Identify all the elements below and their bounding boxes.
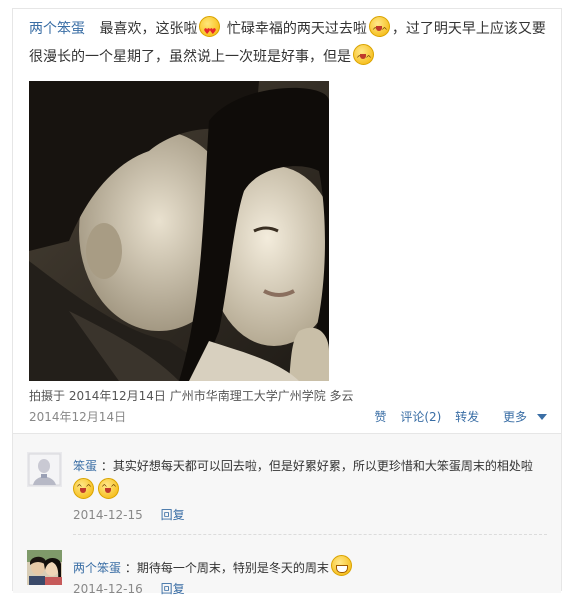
photo-location-meta: 拍摄于 2014年12月14日 广州市华南理工大学广州学院 多云 — [29, 389, 354, 403]
avatar-image — [27, 452, 62, 487]
happy-face-icon — [98, 478, 119, 499]
happy-face-icon — [368, 16, 390, 45]
post-date[interactable]: 2014年12月14日 — [29, 408, 126, 425]
post-text-part-1: 最喜欢，这张啦 — [99, 21, 198, 37]
comment-meta: 2014-12-15 回复 — [73, 506, 185, 523]
post-text-part-2: 忙碌幸福的两天过去啦 — [226, 21, 367, 37]
like-button[interactable]: 赞 — [374, 410, 386, 424]
reply-button[interactable]: 回复 — [161, 582, 185, 596]
feed-post-card: 两个笨蛋 最喜欢，这张啦 忙碌幸福的两天过去啦，过了明天早上应该又要很漫长的一个… — [12, 8, 562, 596]
love-face-icon — [199, 16, 221, 46]
comment-text: ：其实好想每天都可以回去啦，但是好累好累，所以更珍惜和大笨蛋周末的相处啦 — [100, 459, 533, 473]
share-button[interactable]: 转发 — [455, 410, 479, 424]
happy-face-icon — [73, 478, 94, 499]
post-actions: 赞 评论(2) 转发 更多 — [364, 408, 547, 425]
comment-author-link[interactable]: 笨蛋 — [73, 459, 97, 473]
more-label: 更多 — [502, 410, 527, 424]
couple-photo-image — [29, 81, 329, 381]
happy-face-icon — [353, 44, 374, 73]
avatar-image — [27, 550, 62, 585]
comment-date: 2014-12-16 — [73, 582, 143, 596]
reply-button[interactable]: 回复 — [161, 508, 185, 522]
comment-date: 2014-12-15 — [73, 508, 143, 522]
post-author-link[interactable]: 两个笨蛋 — [29, 21, 85, 37]
comment-divider — [73, 534, 547, 535]
grin-face-icon — [330, 555, 352, 576]
post-photo[interactable] — [29, 81, 329, 381]
avatar[interactable] — [27, 550, 62, 585]
comment-author-link[interactable]: 两个笨蛋 — [73, 561, 121, 575]
comments-section: 笨蛋 ：其实好想每天都可以回去啦，但是好累好累，所以更珍惜和大笨蛋周末的相处啦 … — [13, 433, 561, 596]
comment-body: 两个笨蛋 ：期待每一个周末，特别是冬天的周末 — [73, 555, 553, 577]
avatar[interactable] — [27, 452, 62, 487]
chevron-down-icon — [537, 414, 547, 420]
comment-meta: 2014-12-16 回复 — [73, 580, 185, 597]
comment-button[interactable]: 评论(2) — [400, 410, 441, 424]
comment-text: ：期待每一个周末，特别是冬天的周末 — [124, 561, 329, 575]
comment-body: 笨蛋 ：其实好想每天都可以回去啦，但是好累好累，所以更珍惜和大笨蛋周末的相处啦 — [73, 457, 553, 500]
comment-emoticons — [73, 478, 553, 500]
post-content: 两个笨蛋 最喜欢，这张啦 忙碌幸福的两天过去啦，过了明天早上应该又要很漫长的一个… — [29, 15, 549, 73]
more-menu-button[interactable]: 更多 — [493, 410, 547, 424]
